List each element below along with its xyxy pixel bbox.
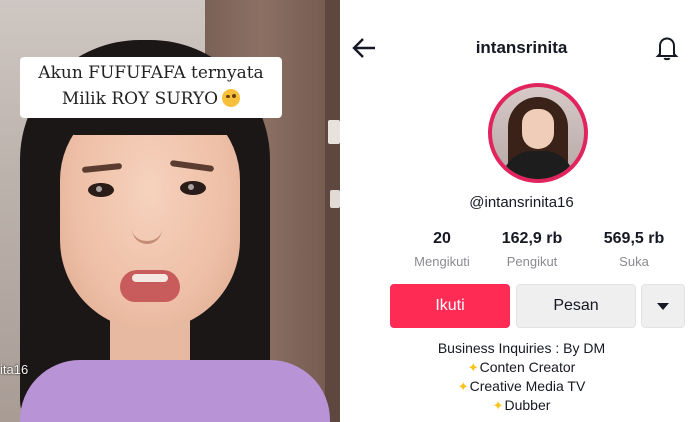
wall-switch bbox=[330, 190, 340, 208]
video-watermark: ita16 bbox=[0, 362, 29, 377]
bio-line: ✦Conten Creator bbox=[343, 358, 700, 377]
stat-value: 569,5 rb bbox=[603, 230, 665, 247]
more-options-button[interactable] bbox=[641, 284, 685, 328]
bio-line: Business Inquiries : By DM bbox=[437, 340, 606, 356]
bell-icon[interactable] bbox=[655, 35, 679, 61]
profile-username: intansrinita bbox=[475, 38, 568, 57]
message-button[interactable]: Pesan bbox=[516, 284, 636, 328]
eyebrow bbox=[81, 162, 123, 174]
profile-handle: @intansrinita16 bbox=[469, 194, 574, 211]
person-shirt bbox=[20, 360, 330, 422]
sparkles-icon: ✦ bbox=[457, 379, 469, 394]
wall-switch bbox=[328, 120, 340, 144]
stat-followers[interactable]: 162,9 rb Pengikut bbox=[477, 230, 587, 269]
caption-line-text: Milik ROY SURYO bbox=[61, 89, 219, 109]
stat-likes[interactable]: 569,5 rb Suka bbox=[579, 230, 689, 269]
nose bbox=[132, 227, 162, 244]
follow-button[interactable]: Ikuti bbox=[390, 284, 510, 328]
video-frame[interactable]: Akun FUFUFAFA ternyata Milik ROY SURYO i… bbox=[0, 0, 340, 422]
bio-line-text: Conten Creator bbox=[479, 359, 576, 375]
sparkles-icon: ✦ bbox=[492, 398, 504, 413]
eyebrow bbox=[169, 159, 215, 173]
profile-bio: Business Inquiries : By DM ✦Conten Creat… bbox=[343, 339, 700, 415]
bio-line: ✦Dubber bbox=[343, 396, 700, 415]
caption-line: Milik ROY SURYO bbox=[20, 86, 282, 112]
stat-label: Pengikut bbox=[506, 254, 558, 269]
avatar[interactable] bbox=[488, 83, 588, 183]
avatar-face bbox=[522, 109, 554, 149]
eye bbox=[88, 183, 114, 197]
profile-panel: intansrinita @intansrinita16 20 Mengikut… bbox=[343, 0, 700, 422]
bio-line-text: Dubber bbox=[504, 397, 551, 413]
video-caption: Akun FUFUFAFA ternyata Milik ROY SURYO bbox=[20, 57, 282, 118]
avatar-photo bbox=[492, 87, 584, 179]
rolling-laughing-emoji-icon bbox=[222, 89, 241, 107]
bio-line: ✦Creative Media TV bbox=[343, 377, 700, 396]
bio-line-text: Creative Media TV bbox=[469, 378, 586, 394]
eye bbox=[180, 181, 206, 195]
mouth bbox=[120, 270, 180, 302]
stat-label: Suka bbox=[619, 254, 649, 269]
caret-down-icon bbox=[657, 302, 669, 310]
stat-value: 162,9 rb bbox=[501, 230, 563, 247]
caption-line: Akun FUFUFAFA ternyata bbox=[38, 63, 264, 83]
door-frame bbox=[325, 0, 340, 422]
sparkles-icon: ✦ bbox=[467, 360, 479, 375]
